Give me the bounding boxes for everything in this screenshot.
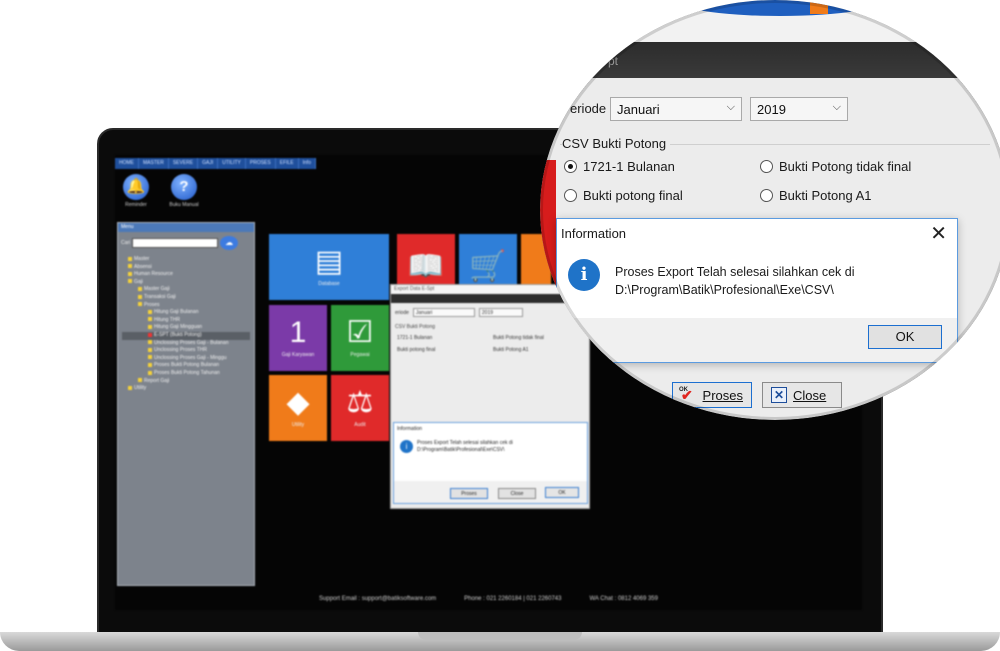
laptop-notch <box>418 632 582 640</box>
ok-check-icon: OK ✔ <box>679 387 693 403</box>
menu-tree: Master Absensi Human Resource Gaji Maste… <box>118 254 254 395</box>
zoom-orange-bar <box>810 0 828 14</box>
menu-utility[interactable]: UTILITY <box>218 158 246 169</box>
mini-options: 1721-1 Bulanan Bukti Potong tidak final … <box>391 332 589 356</box>
scale-icon: ⚖ <box>346 386 374 419</box>
mini-proses-button[interactable]: Proses <box>450 488 488 499</box>
mini-month-select[interactable]: Januari <box>412 308 475 317</box>
dialog-banner: pt <box>560 42 990 78</box>
menu-info[interactable]: Info <box>299 158 316 169</box>
menu-home[interactable]: HOME <box>115 158 139 169</box>
app-menubar: HOME MASTER SEVERE GAJI UTILITY PROSES E… <box>115 158 316 169</box>
mini-option[interactable]: 1721-1 Bulanan <box>397 335 487 341</box>
tile-utility[interactable]: ◆ Utility <box>269 375 327 441</box>
tree-item[interactable]: Absensi <box>122 264 250 272</box>
tree-item[interactable]: Proses Bukti Potong Bulanan <box>122 362 250 370</box>
info-icon: i <box>568 259 600 291</box>
chevron-down-icon: ⌵ <box>832 101 841 113</box>
tree-item[interactable]: Human Resource <box>122 271 250 279</box>
close-box-icon: ✕ <box>771 387 787 403</box>
radio-selected-icon <box>564 160 577 173</box>
dialog-title-fragment: pt <box>608 54 619 68</box>
year-select[interactable]: 2019 ⌵ <box>750 97 848 121</box>
menu-gaji[interactable]: GAJI <box>198 158 219 169</box>
month-select[interactable]: Januari ⌵ <box>610 97 742 121</box>
radio-icon <box>760 189 773 202</box>
support-wa: WA Chat : 0812 4069 359 <box>589 596 658 602</box>
mini-close-button[interactable]: Close <box>498 488 536 499</box>
mini-option[interactable]: Bukti potong final <box>397 347 487 353</box>
radio-a1[interactable]: Bukti Potong A1 <box>760 188 872 203</box>
menu-severe[interactable]: SEVERE <box>169 158 199 169</box>
info-path: D:\Program\Batik\Profesional\Exe\CSV\ <box>615 283 834 297</box>
mini-option[interactable]: Bukti Potong tidak final <box>493 335 583 341</box>
menu-proses[interactable]: PROSES <box>246 158 276 169</box>
mini-dialog-banner <box>391 294 589 303</box>
tree-item[interactable]: Proses <box>122 302 250 310</box>
tree-item[interactable]: Proses Bukti Potong Tahunan <box>122 370 250 378</box>
sidebar-search: Cari ☁ <box>118 232 254 254</box>
search-input[interactable] <box>132 238 219 248</box>
tree-item[interactable]: Hitung THR <box>122 317 250 325</box>
close-button[interactable]: ✕ Close <box>762 382 842 408</box>
radio-tidak-final[interactable]: Bukti Potong tidak final <box>760 159 911 174</box>
mini-export-dialog: Export Data E-Spt eriode Januari 2019 CS… <box>390 284 590 509</box>
csv-group-title: CSV Bukti Potong <box>562 136 671 151</box>
book-icon: 📖 <box>407 250 445 283</box>
close-icon[interactable]: ✕ <box>930 221 947 246</box>
checkbox-icon: ☑ <box>346 316 374 349</box>
tree-item-selected[interactable]: E-SPT (Bukti Potong) <box>122 331 250 340</box>
sidebar-title: Menu <box>118 223 254 232</box>
reminder-button[interactable]: 🔔 Reminder <box>121 174 151 208</box>
database-icon: ▤ <box>314 245 344 278</box>
marketing-screenshot: HOME MASTER SEVERE GAJI UTILITY PROSES E… <box>0 0 1000 651</box>
tile-gaji-karyawan[interactable]: 1 Gaji Karyawan <box>269 305 327 371</box>
radio-final[interactable]: Bukti potong final <box>564 188 683 203</box>
payroll-icon: 1 <box>289 316 307 349</box>
support-phone: Phone : 021 2260184 | 021 2260743 <box>464 596 562 602</box>
periode-label: eriode <box>570 101 607 116</box>
support-email: Support Email : support@batiksoftware.co… <box>319 596 437 602</box>
tree-item[interactable]: Report Gaji <box>122 378 250 386</box>
information-dialog: Information ✕ i Proses Export Telah sele… <box>556 218 958 363</box>
tile-audit[interactable]: ⚖ Audit <box>331 375 389 441</box>
radio-icon <box>760 160 773 173</box>
radio-icon <box>564 189 577 202</box>
mini-periode-row: eriode Januari 2019 <box>391 303 589 322</box>
cloud-icon[interactable]: ☁ <box>220 236 239 250</box>
zoomed-dialog: pt eriode Januari ⌵ 2019 ⌵ CSV Bukti Pot… <box>540 0 1000 420</box>
tile-pegawai[interactable]: ☑ Pegawai <box>331 305 389 371</box>
mini-ok-button[interactable]: OK <box>545 487 579 498</box>
bell-icon: 🔔 <box>123 174 149 200</box>
menu-efile[interactable]: EFILE <box>276 158 299 169</box>
tree-item[interactable]: Unclossing Proses Gaji - Bulanan <box>122 340 250 348</box>
mini-option[interactable]: Bukti Potong A1 <box>493 347 583 353</box>
question-icon: ? <box>171 174 197 200</box>
tree-item[interactable]: Unclossing Proses THR <box>122 347 250 355</box>
info-message: Proses Export Telah selesai silahkan cek… <box>615 265 855 279</box>
manual-button[interactable]: ? Buku Manual <box>169 174 199 208</box>
tree-item[interactable]: Transaksi Gaji <box>122 294 250 302</box>
tree-item[interactable]: Hitung Gaji Bulanan <box>122 309 250 317</box>
ok-button[interactable]: OK <box>868 325 942 349</box>
app-footer: Support Email : support@batiksoftware.co… <box>115 596 862 610</box>
cart-icon: 🛒 <box>469 250 507 283</box>
info-title: Information <box>561 226 627 241</box>
tree-item[interactable]: Master Gaji <box>122 286 250 294</box>
chevron-down-icon: ⌵ <box>726 101 735 113</box>
tree-item[interactable]: Master <box>122 256 250 264</box>
tile-database[interactable]: ▤ Database <box>269 234 389 300</box>
tree-item[interactable]: Gaji <box>122 279 250 287</box>
info-icon: i <box>400 440 413 453</box>
tree-item[interactable]: Utility <box>122 385 250 393</box>
radio-1721-bulanan[interactable]: 1721-1 Bulanan <box>564 159 675 174</box>
tree-item[interactable]: Hitung Gaji Mingguan <box>122 324 250 332</box>
diamond-icon: ◆ <box>286 386 310 419</box>
zoom-callout: pt eriode Januari ⌵ 2019 ⌵ CSV Bukti Pot… <box>540 0 1000 420</box>
mini-year-select[interactable]: 2019 <box>478 308 523 317</box>
menu-master[interactable]: MASTER <box>139 158 169 169</box>
tree-item[interactable]: Unclossing Proses Gaji - Minggu <box>122 355 250 363</box>
sidebar-menu: Menu Cari ☁ Master Absensi Human Resourc… <box>117 222 255 586</box>
